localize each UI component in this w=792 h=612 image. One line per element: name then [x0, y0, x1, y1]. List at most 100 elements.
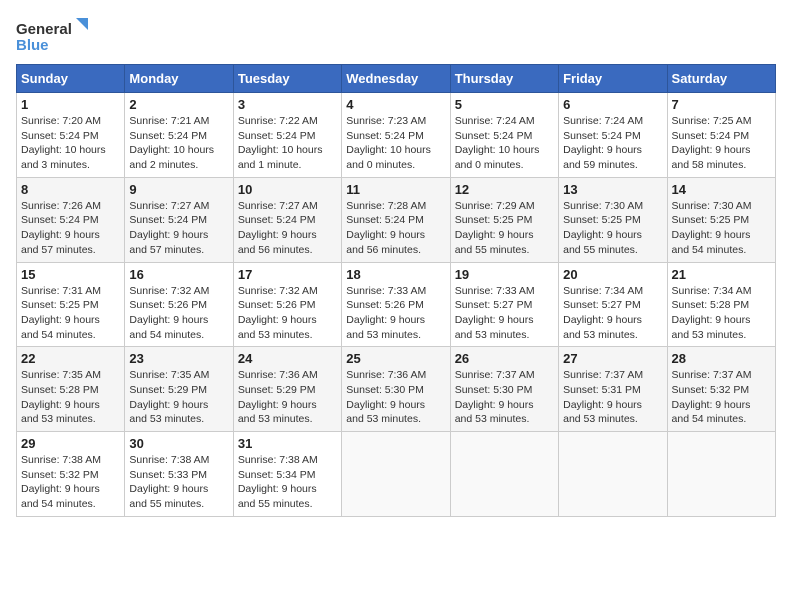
svg-text:General: General: [16, 21, 72, 38]
day-info: Sunrise: 7:24 AMSunset: 5:24 PMDaylight:…: [455, 115, 540, 171]
calendar-cell: 14Sunrise: 7:30 AMSunset: 5:25 PMDayligh…: [667, 177, 775, 262]
calendar-cell: 23 Sunrise: 7:35 AMSunset: 5:29 PMDayligh…: [125, 347, 233, 432]
day-number: 2: [129, 97, 228, 112]
day-number: 4: [346, 97, 445, 112]
calendar-cell: 30Sunrise: 7:38 AMSunset: 5:33 PMDayligh…: [125, 432, 233, 517]
calendar-cell: 20 Sunrise: 7:34 AMSunset: 5:27 PMDayligh…: [559, 262, 667, 347]
calendar-cell: 11 Sunrise: 7:28 AMSunset: 5:24 PMDayligh…: [342, 177, 450, 262]
calendar-cell: 16 Sunrise: 7:32 AMSunset: 5:26 PMDayligh…: [125, 262, 233, 347]
day-number: 20: [563, 267, 662, 282]
weekday-header-saturday: Saturday: [667, 65, 775, 93]
day-info: Sunrise: 7:34 AMSunset: 5:27 PMDaylight:…: [563, 285, 643, 341]
day-number: 16: [129, 267, 228, 282]
calendar-cell: 10 Sunrise: 7:27 AMSunset: 5:24 PMDayligh…: [233, 177, 341, 262]
calendar-header: SundayMondayTuesdayWednesdayThursdayFrid…: [17, 65, 776, 93]
day-number: 27: [563, 351, 662, 366]
calendar-cell: 31 Sunrise: 7:38 AMSunset: 5:34 PMDayligh…: [233, 432, 341, 517]
day-info: Sunrise: 7:20 AMSunset: 5:24 PMDaylight:…: [21, 115, 106, 171]
calendar-cell: 9 Sunrise: 7:27 AMSunset: 5:24 PMDaylight…: [125, 177, 233, 262]
day-number: 26: [455, 351, 554, 366]
day-number: 5: [455, 97, 554, 112]
day-number: 1: [21, 97, 120, 112]
calendar-cell: 5 Sunrise: 7:24 AMSunset: 5:24 PMDaylight…: [450, 93, 558, 178]
day-info: Sunrise: 7:31 AMSunset: 5:25 PMDaylight:…: [21, 285, 101, 341]
day-number: 10: [238, 182, 337, 197]
calendar-cell: 28 Sunrise: 7:37 AMSunset: 5:32 PMDayligh…: [667, 347, 775, 432]
day-number: 23: [129, 351, 228, 366]
day-info: Sunrise: 7:26 AMSunset: 5:24 PMDaylight:…: [21, 200, 101, 256]
calendar-week-4: 22 Sunrise: 7:35 AMSunset: 5:28 PMDayligh…: [17, 347, 776, 432]
calendar-week-1: 1 Sunrise: 7:20 AMSunset: 5:24 PMDaylight…: [17, 93, 776, 178]
calendar-cell: 7Sunrise: 7:25 AMSunset: 5:24 PMDaylight…: [667, 93, 775, 178]
day-info: Sunrise: 7:37 AMSunset: 5:31 PMDaylight:…: [563, 369, 643, 425]
calendar-table: SundayMondayTuesdayWednesdayThursdayFrid…: [16, 64, 776, 517]
weekday-header-thursday: Thursday: [450, 65, 558, 93]
day-info: Sunrise: 7:38 AMSunset: 5:34 PMDaylight:…: [238, 454, 318, 510]
calendar-cell: [559, 432, 667, 517]
calendar-cell: 19 Sunrise: 7:33 AMSunset: 5:27 PMDayligh…: [450, 262, 558, 347]
day-number: 8: [21, 182, 120, 197]
day-number: 25: [346, 351, 445, 366]
day-info: Sunrise: 7:22 AMSunset: 5:24 PMDaylight:…: [238, 115, 323, 171]
calendar-week-5: 29Sunrise: 7:38 AMSunset: 5:32 PMDayligh…: [17, 432, 776, 517]
calendar-cell: 26Sunrise: 7:37 AMSunset: 5:30 PMDayligh…: [450, 347, 558, 432]
day-number: 24: [238, 351, 337, 366]
day-info: Sunrise: 7:37 AMSunset: 5:32 PMDaylight:…: [672, 369, 752, 425]
calendar-cell: 15 Sunrise: 7:31 AMSunset: 5:25 PMDayligh…: [17, 262, 125, 347]
day-info: Sunrise: 7:25 AMSunset: 5:24 PMDaylight:…: [672, 115, 752, 171]
calendar-cell: 3 Sunrise: 7:22 AMSunset: 5:24 PMDaylight…: [233, 93, 341, 178]
day-info: Sunrise: 7:35 AMSunset: 5:29 PMDaylight:…: [129, 369, 209, 425]
calendar-cell: [667, 432, 775, 517]
day-info: Sunrise: 7:21 AMSunset: 5:24 PMDaylight:…: [129, 115, 214, 171]
weekday-header-wednesday: Wednesday: [342, 65, 450, 93]
page-header: General Blue: [16, 16, 776, 56]
calendar-cell: 2 Sunrise: 7:21 AMSunset: 5:24 PMDaylight…: [125, 93, 233, 178]
logo: General Blue: [16, 16, 96, 56]
calendar-cell: 1 Sunrise: 7:20 AMSunset: 5:24 PMDaylight…: [17, 93, 125, 178]
day-number: 13: [563, 182, 662, 197]
day-info: Sunrise: 7:24 AMSunset: 5:24 PMDaylight:…: [563, 115, 643, 171]
day-info: Sunrise: 7:27 AMSunset: 5:24 PMDaylight:…: [129, 200, 209, 256]
day-number: 18: [346, 267, 445, 282]
day-info: Sunrise: 7:36 AMSunset: 5:30 PMDaylight:…: [346, 369, 426, 425]
day-info: Sunrise: 7:32 AMSunset: 5:26 PMDaylight:…: [129, 285, 209, 341]
day-info: Sunrise: 7:33 AMSunset: 5:27 PMDaylight:…: [455, 285, 535, 341]
weekday-header-friday: Friday: [559, 65, 667, 93]
day-info: Sunrise: 7:27 AMSunset: 5:24 PMDaylight:…: [238, 200, 318, 256]
day-number: 31: [238, 436, 337, 451]
calendar-cell: 17Sunrise: 7:32 AMSunset: 5:26 PMDayligh…: [233, 262, 341, 347]
calendar-cell: 29Sunrise: 7:38 AMSunset: 5:32 PMDayligh…: [17, 432, 125, 517]
day-number: 6: [563, 97, 662, 112]
day-number: 15: [21, 267, 120, 282]
day-info: Sunrise: 7:34 AMSunset: 5:28 PMDaylight:…: [672, 285, 752, 341]
day-number: 3: [238, 97, 337, 112]
calendar-cell: 12 Sunrise: 7:29 AMSunset: 5:25 PMDayligh…: [450, 177, 558, 262]
day-info: Sunrise: 7:28 AMSunset: 5:24 PMDaylight:…: [346, 200, 426, 256]
svg-text:Blue: Blue: [16, 37, 49, 54]
day-number: 19: [455, 267, 554, 282]
calendar-cell: 4 Sunrise: 7:23 AMSunset: 5:24 PMDaylight…: [342, 93, 450, 178]
day-info: Sunrise: 7:30 AMSunset: 5:25 PMDaylight:…: [563, 200, 643, 256]
day-number: 21: [672, 267, 771, 282]
day-info: Sunrise: 7:23 AMSunset: 5:24 PMDaylight:…: [346, 115, 431, 171]
calendar-cell: 13 Sunrise: 7:30 AMSunset: 5:25 PMDayligh…: [559, 177, 667, 262]
day-number: 22: [21, 351, 120, 366]
day-number: 9: [129, 182, 228, 197]
day-number: 30: [129, 436, 228, 451]
day-info: Sunrise: 7:33 AMSunset: 5:26 PMDaylight:…: [346, 285, 426, 341]
weekday-header-monday: Monday: [125, 65, 233, 93]
day-number: 12: [455, 182, 554, 197]
weekday-header-tuesday: Tuesday: [233, 65, 341, 93]
weekday-header-sunday: Sunday: [17, 65, 125, 93]
day-info: Sunrise: 7:36 AMSunset: 5:29 PMDaylight:…: [238, 369, 318, 425]
day-info: Sunrise: 7:29 AMSunset: 5:25 PMDaylight:…: [455, 200, 535, 256]
day-number: 28: [672, 351, 771, 366]
calendar-week-3: 15 Sunrise: 7:31 AMSunset: 5:25 PMDayligh…: [17, 262, 776, 347]
calendar-cell: 8 Sunrise: 7:26 AMSunset: 5:24 PMDaylight…: [17, 177, 125, 262]
calendar-cell: 21 Sunrise: 7:34 AMSunset: 5:28 PMDayligh…: [667, 262, 775, 347]
day-info: Sunrise: 7:35 AMSunset: 5:28 PMDaylight:…: [21, 369, 101, 425]
calendar-cell: 27 Sunrise: 7:37 AMSunset: 5:31 PMDayligh…: [559, 347, 667, 432]
logo-svg: General Blue: [16, 16, 96, 56]
day-info: Sunrise: 7:30 AMSunset: 5:25 PMDaylight:…: [672, 200, 752, 256]
day-number: 11: [346, 182, 445, 197]
